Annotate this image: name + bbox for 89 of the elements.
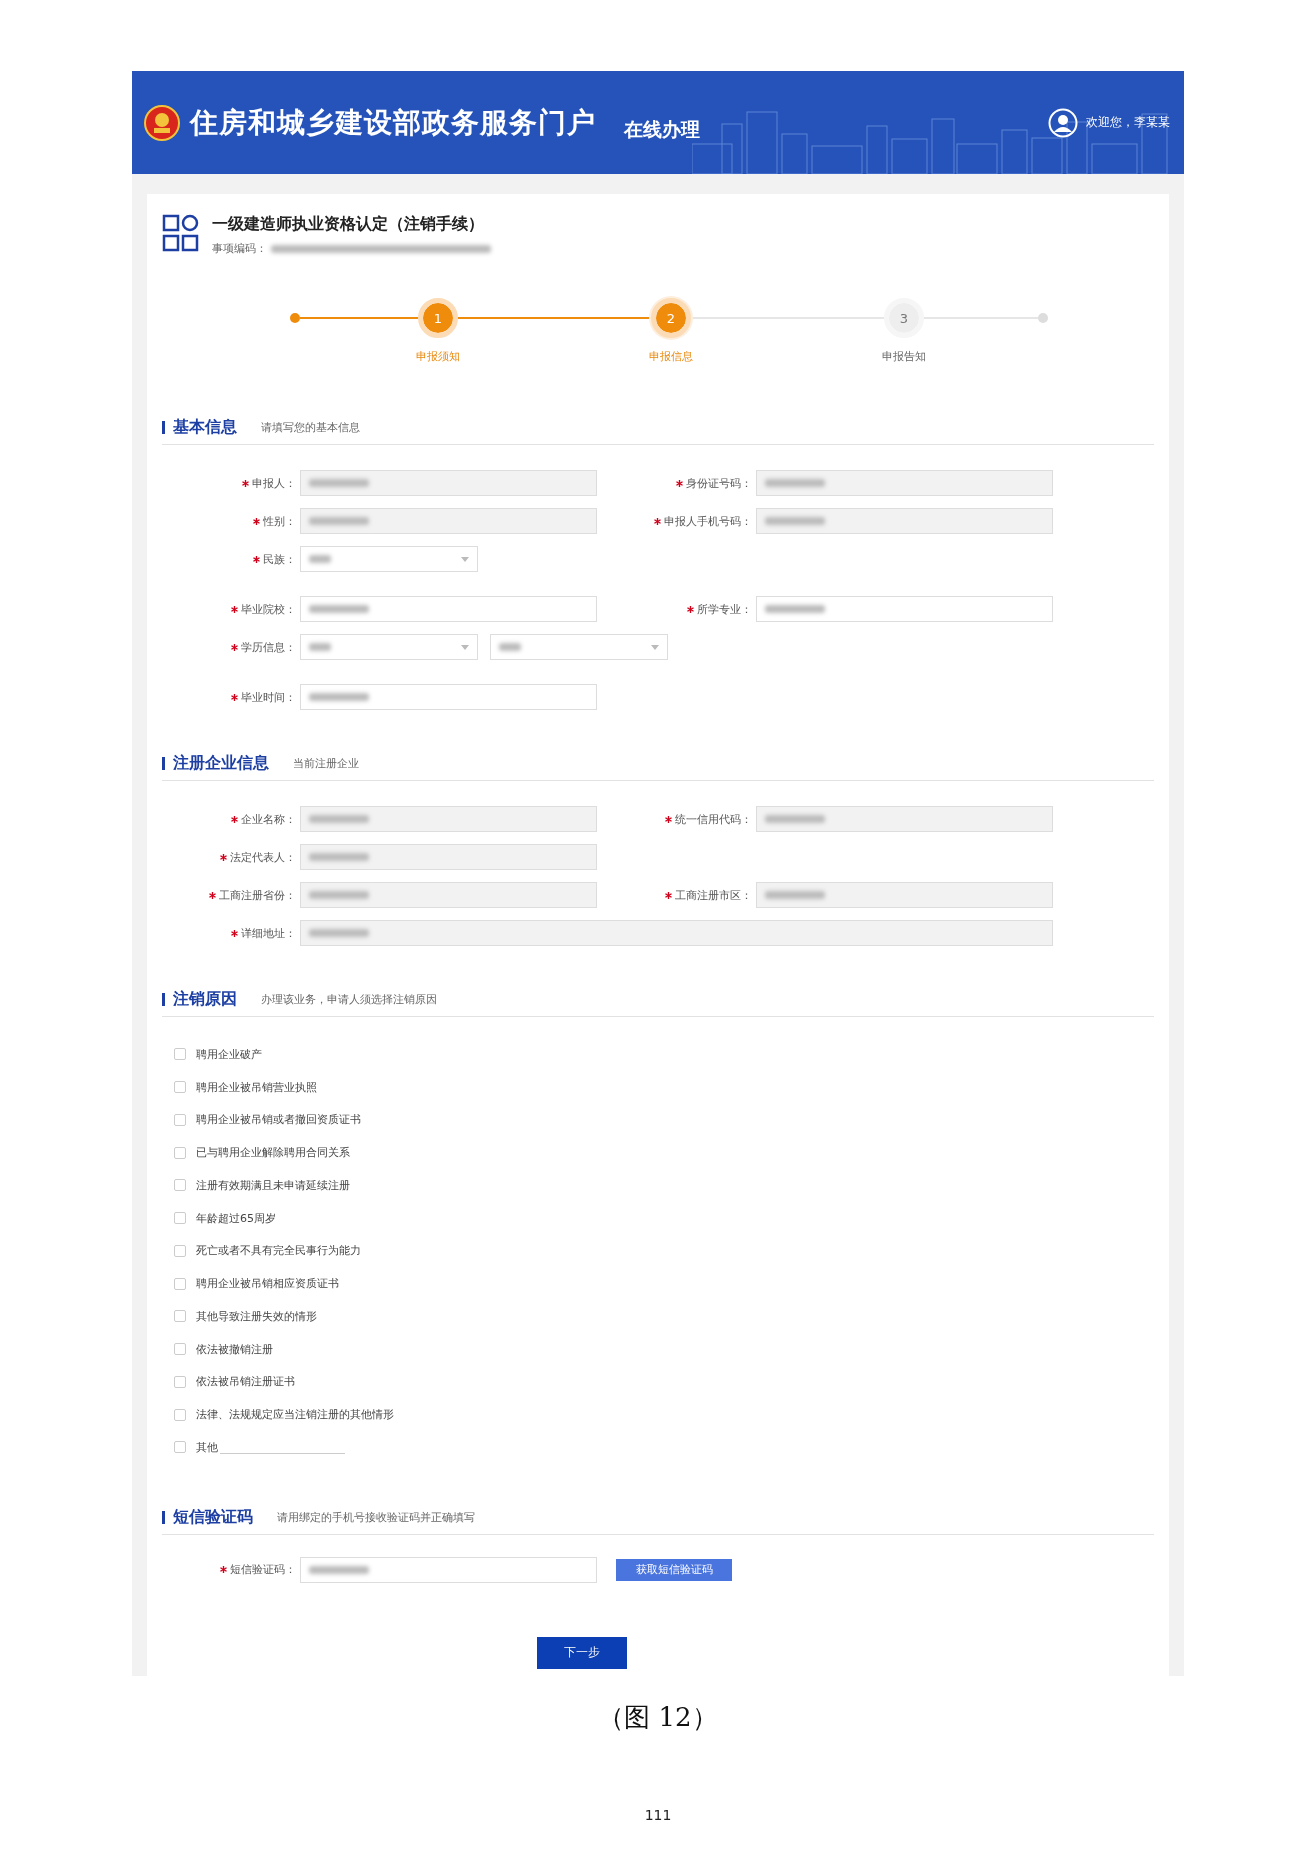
step-label: 申报须知 (416, 349, 460, 364)
field-label: 申报人： (252, 475, 296, 491)
portal-title: 住房和城乡建设部政务服务门户 (190, 104, 596, 141)
checkbox[interactable] (174, 1441, 186, 1454)
step-label: 申报信息 (649, 349, 693, 364)
checkbox[interactable] (174, 1244, 186, 1257)
field-label: 学历信息： (241, 639, 296, 655)
section-hint: 请用绑定的手机号接收验证码并正确填写 (277, 1509, 475, 1525)
field-label: 短信验证码： (230, 1562, 296, 1578)
option-label: 其他 (196, 1439, 218, 1455)
user-icon (1048, 107, 1078, 138)
option-label: 其他导致注册失效的情形 (196, 1308, 317, 1324)
field-label: 毕业时间： (241, 689, 296, 705)
checkbox[interactable] (174, 1408, 186, 1421)
checkbox[interactable] (174, 1343, 186, 1356)
checkbox[interactable] (174, 1212, 186, 1225)
section-title: 基本信息 (173, 417, 237, 438)
dropdown[interactable] (300, 634, 478, 660)
input-field[interactable] (756, 806, 1053, 832)
field-label: 民族： (263, 551, 296, 567)
input-field[interactable] (300, 1556, 597, 1583)
field-label: 性别： (263, 513, 296, 529)
option-label: 聘用企业破产 (196, 1046, 262, 1062)
checkbox[interactable] (174, 1277, 186, 1290)
input-field[interactable] (756, 508, 1053, 534)
emblem-icon (144, 104, 180, 141)
section-hint: 办理该业务，申请人须选择注销原因 (261, 992, 437, 1007)
get-code-button[interactable]: 获取短信验证码 (616, 1558, 732, 1581)
checkbox[interactable] (174, 1113, 186, 1126)
checkbox[interactable] (174, 1179, 186, 1192)
field-label: 申报人手机号码： (664, 513, 752, 529)
portal-subtitle: 在线办理 (624, 116, 700, 142)
input-field[interactable] (300, 596, 597, 622)
checkbox[interactable] (174, 1048, 186, 1061)
option-label: 依法被吊销注册证书 (196, 1374, 295, 1390)
field-label: 法定代表人： (230, 849, 296, 865)
checkbox[interactable] (174, 1375, 186, 1388)
welcome-text: 欢迎您，李某某 (1086, 114, 1170, 131)
input-field[interactable] (300, 508, 597, 534)
heading-bar (162, 1510, 165, 1524)
input-field[interactable] (300, 844, 597, 870)
option-label: 法律、法规规定应当注销注册的其他情形 (196, 1407, 394, 1423)
caret-icon (461, 556, 469, 562)
section-title: 注销原因 (173, 989, 237, 1010)
caret-icon (651, 644, 659, 650)
item-title: 一级建造师执业资格认定（注销手续） (212, 214, 485, 235)
option-label: 死亡或者不具有完全民事行为能力 (196, 1243, 361, 1259)
dropdown[interactable] (490, 634, 668, 660)
field-label: 毕业院校： (241, 601, 296, 617)
option-label: 注册有效期满且未申请延续注册 (196, 1177, 350, 1193)
option-label: 依法被撤销注册 (196, 1341, 273, 1357)
page-number: 111 (644, 1807, 672, 1823)
dropdown[interactable] (300, 546, 478, 572)
section-hint: 当前注册企业 (293, 756, 359, 771)
input-field[interactable] (756, 882, 1053, 908)
grid-icon (162, 214, 200, 252)
input-field[interactable] (300, 920, 1053, 946)
heading-bar (162, 757, 165, 770)
field-label: 工商注册省份： (219, 887, 296, 903)
field-label: 工商注册市区： (675, 887, 752, 903)
checkbox[interactable] (174, 1146, 186, 1159)
field-label: 身份证号码： (686, 475, 752, 491)
step-label: 申报告知 (882, 349, 926, 364)
code-label: 事项编码： (212, 241, 267, 256)
checkbox[interactable] (174, 1310, 186, 1323)
option-label: 聘用企业被吊销或者撤回资质证书 (196, 1112, 361, 1128)
caret-icon (461, 644, 469, 650)
field-label: 所学专业： (697, 601, 752, 617)
option-label: 已与聘用企业解除聘用合同关系 (196, 1145, 350, 1161)
field-label: 统一信用代码： (675, 811, 752, 827)
field-label: 详细地址： (241, 925, 296, 941)
input-field[interactable] (756, 470, 1053, 496)
heading-bar (162, 421, 165, 434)
option-label: 聘用企业被吊销相应资质证书 (196, 1276, 339, 1292)
field-label: 企业名称： (241, 811, 296, 827)
input-field[interactable] (300, 882, 597, 908)
section-title: 短信验证码 (173, 1506, 253, 1528)
next-button[interactable]: 下一步 (537, 1636, 627, 1669)
option-label: 聘用企业被吊销营业执照 (196, 1079, 317, 1095)
input-field[interactable] (300, 806, 597, 832)
checkbox[interactable] (174, 1081, 186, 1094)
input-field[interactable] (756, 596, 1053, 622)
heading-bar (162, 993, 165, 1006)
option-label: 年龄超过65周岁 (196, 1210, 276, 1226)
input-field[interactable] (300, 684, 597, 710)
section-hint: 请填写您的基本信息 (261, 420, 360, 435)
figure-caption: （图 12） (598, 1701, 718, 1734)
input-field[interactable] (300, 470, 597, 496)
section-title: 注册企业信息 (173, 753, 269, 774)
